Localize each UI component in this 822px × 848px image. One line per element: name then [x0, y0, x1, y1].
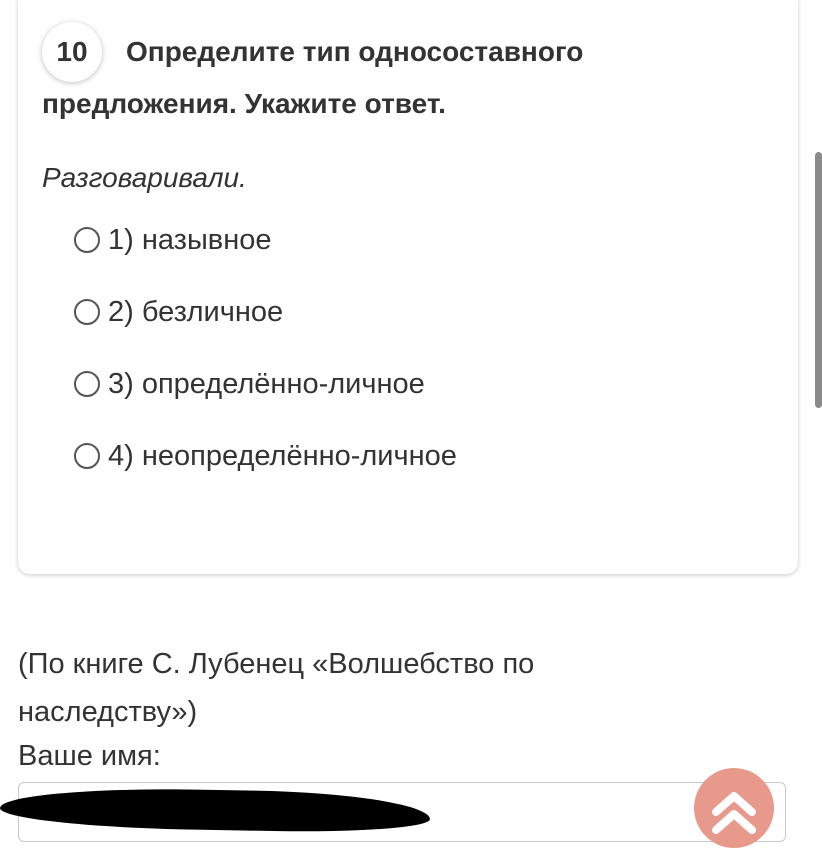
option-label: 3) определённо-личное — [108, 367, 425, 400]
double-chevron-up-icon — [712, 792, 756, 834]
scroll-to-top-button[interactable] — [694, 768, 774, 848]
question-number-badge: 10 — [42, 22, 102, 82]
radio-button[interactable] — [74, 299, 100, 325]
radio-button[interactable] — [74, 227, 100, 253]
radio-button[interactable] — [74, 371, 100, 397]
option-3[interactable]: 3) определённо-личное — [74, 366, 457, 402]
radio-button[interactable] — [74, 443, 100, 469]
question-card: Определите тип односоставного предложени… — [18, 0, 798, 574]
name-field-label: Ваше имя: — [18, 740, 161, 772]
option-1[interactable]: 1) назывное — [74, 222, 457, 258]
option-label: 1) назывное — [108, 223, 272, 256]
scrollbar[interactable] — [815, 152, 822, 408]
option-4[interactable]: 4) неопределённо-личное — [74, 438, 457, 474]
option-2[interactable]: 2) безличное — [74, 294, 457, 330]
option-label: 4) неопределённо-личное — [108, 439, 457, 472]
answer-options: 1) назывное 2) безличное 3) определённо-… — [74, 222, 457, 510]
source-citation: (По книге С. Лубенец «Волшебство по насл… — [18, 648, 535, 728]
question-title: Определите тип односоставного предложени… — [42, 36, 584, 119]
question-example: Разговаривали. — [42, 162, 247, 193]
option-label: 2) безличное — [108, 295, 284, 328]
